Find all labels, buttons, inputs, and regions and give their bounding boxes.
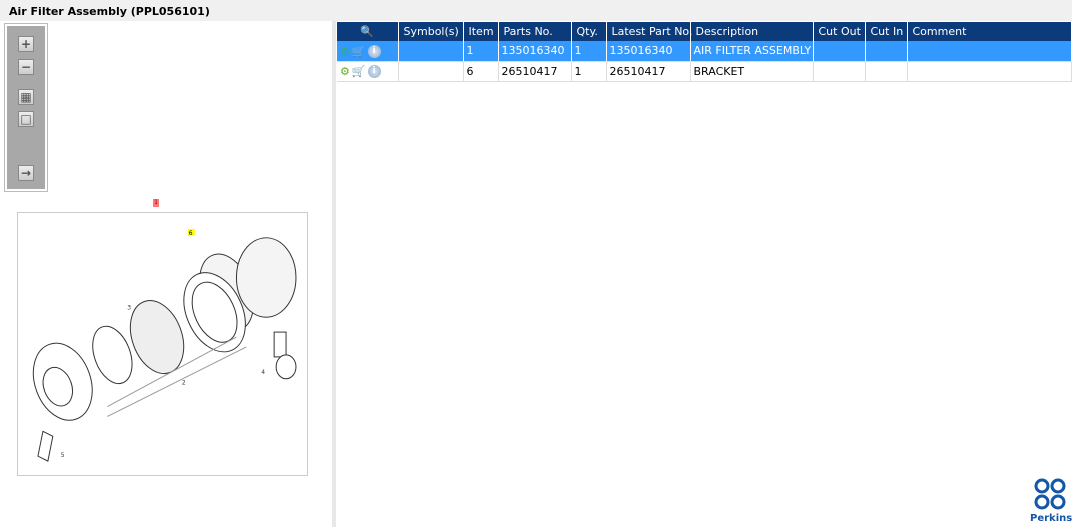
item: 6	[463, 61, 499, 82]
callout-6[interactable]: 6	[189, 230, 193, 237]
col-cut-in[interactable]: Cut In	[865, 22, 908, 41]
cart-icon[interactable]: 🛒	[352, 45, 366, 58]
col-cut-out[interactable]: Cut Out	[813, 22, 866, 41]
viewer-toolbar: + − ▦ □ →	[4, 23, 48, 192]
zoom-in-button[interactable]: +	[18, 36, 34, 52]
info-icon[interactable]: i	[367, 64, 381, 78]
latest-part-no: 26510417	[606, 61, 691, 82]
gear-icon[interactable]: ⚙	[340, 65, 350, 78]
perkins-logo: Perkins	[1030, 478, 1072, 524]
callout-4[interactable]: 4	[261, 369, 265, 376]
table-row[interactable]: ⚙ 🛒 i 1 135016340 1 135016340 AIR FILTER A…	[337, 41, 1072, 62]
info-icon[interactable]: i	[367, 44, 381, 58]
perkins-emblem-icon	[1034, 478, 1066, 510]
parts-no: 135016340	[498, 41, 572, 62]
export-button[interactable]: →	[18, 165, 34, 181]
callout-5[interactable]: 5	[61, 452, 65, 459]
qty: 1	[571, 61, 607, 82]
parts-no: 26510417	[498, 61, 572, 82]
table-header: 🔍 Symbol(s) Item Parts No. Qty. Latest P…	[337, 22, 1072, 41]
callout-3[interactable]: 3	[127, 304, 131, 311]
qty: 1	[571, 41, 607, 62]
logo-text: Perkins	[1030, 513, 1072, 524]
fit-window-button[interactable]: □	[18, 111, 34, 127]
table-row[interactable]: ⚙ 🛒 i 6 26510417 1 26510417 BRACKET	[337, 61, 1072, 82]
callout-2[interactable]: 2	[182, 380, 186, 387]
parts-table: 🔍 Symbol(s) Item Parts No. Qty. Latest P…	[337, 22, 1072, 82]
callout-1[interactable]: 1	[153, 199, 159, 207]
col-latest-part-no[interactable]: Latest Part No.	[606, 22, 692, 41]
zoom-out-button[interactable]: −	[18, 59, 34, 75]
col-parts-no[interactable]: Parts No.	[498, 22, 572, 41]
col-description[interactable]: Description	[690, 22, 814, 41]
latest-part-no: 135016340	[606, 41, 691, 62]
description: BRACKET	[690, 61, 814, 82]
find-icon[interactable]: 🔍	[337, 22, 399, 41]
col-comment[interactable]: Comment	[907, 22, 1072, 41]
item: 1	[463, 41, 499, 62]
col-item[interactable]: Item	[463, 22, 499, 41]
exploded-parts-diagram[interactable]: 3 2 4 5 6	[17, 212, 308, 476]
fit-all-button[interactable]: ▦	[18, 89, 34, 105]
description: AIR FILTER ASSEMBLY	[690, 41, 814, 62]
gears-icon[interactable]: ⚙	[340, 45, 350, 58]
panel-splitter[interactable]	[332, 21, 336, 527]
col-symbols[interactable]: Symbol(s)	[398, 22, 464, 41]
drawing-panel: + − ▦ □ → 3 2 4 5 6 1	[0, 21, 332, 527]
window-title: Air Filter Assembly (PPL056101)	[0, 0, 1072, 21]
col-qty[interactable]: Qty.	[571, 22, 607, 41]
cart-icon[interactable]: 🛒	[352, 65, 366, 78]
